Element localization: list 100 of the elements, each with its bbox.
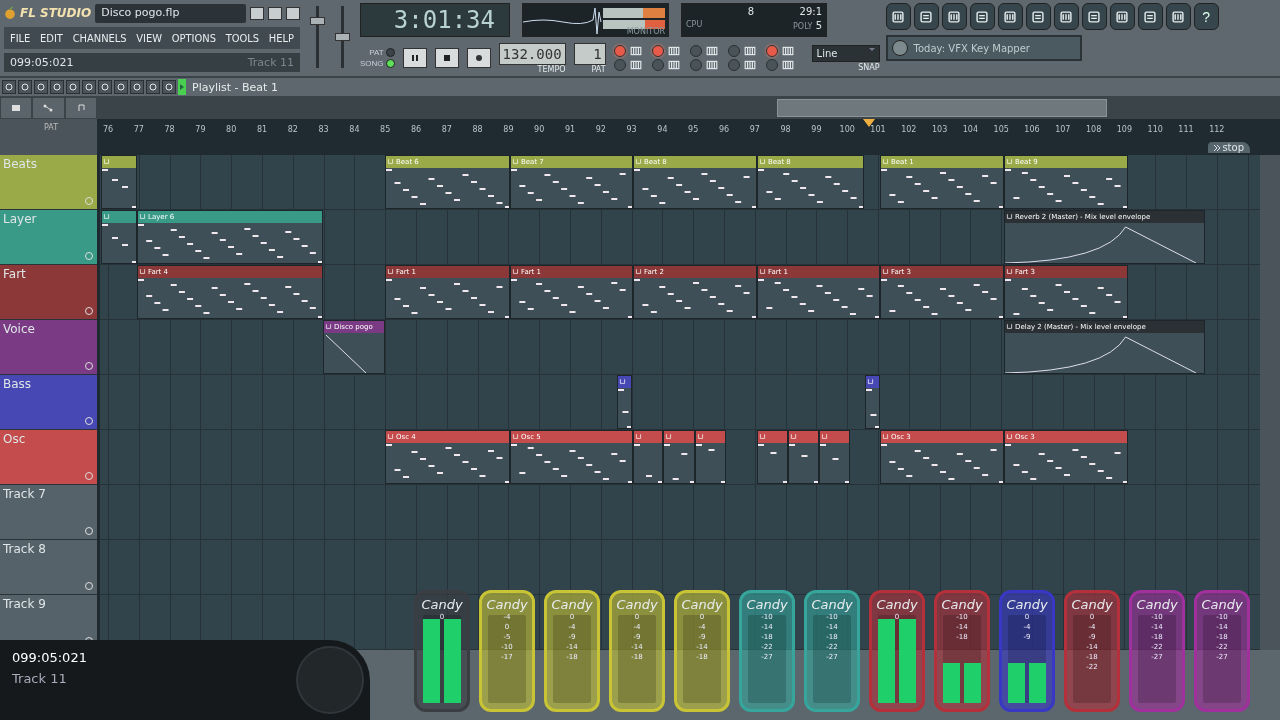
undo-button[interactable] (1025, 3, 1051, 30)
dropdown-button[interactable] (250, 6, 264, 20)
bar-number: 107 (1055, 125, 1071, 134)
bar-number: 79 (195, 125, 206, 134)
ram-readout: 29:1 (798, 6, 822, 19)
bar-number: 106 (1024, 125, 1040, 134)
pattern-clip[interactable] (633, 430, 663, 484)
bar-number: 102 (901, 125, 917, 134)
monitor-label: MONITOR (626, 27, 665, 36)
pattern-label: PAT (590, 64, 606, 74)
note-pattern-drawing (618, 388, 631, 428)
step-sequencer-button[interactable] (913, 3, 939, 30)
track-header[interactable]: Voice (0, 320, 97, 375)
bar-number: 111 (1178, 125, 1194, 134)
bar-number: 86 (410, 125, 422, 134)
menu-item[interactable]: FILE (10, 30, 31, 46)
menu-item[interactable]: EDIT (40, 30, 63, 46)
file-name: Disco pogo.flp (95, 3, 246, 23)
pattern-clip[interactable] (757, 430, 788, 484)
tempo-field[interactable]: 132.000 (498, 42, 566, 65)
horizontal-scrollbar[interactable] (97, 97, 1280, 119)
marker-icon (1214, 144, 1221, 151)
track-header[interactable]: Bass (0, 375, 97, 430)
pattern-clip[interactable] (695, 430, 726, 484)
note-pattern-drawing (634, 443, 662, 483)
bar-number: 87 (441, 125, 452, 134)
snap-label: SNAP (857, 62, 880, 72)
skin-label: Candy (811, 597, 853, 612)
piano-roll-button[interactable] (941, 3, 967, 30)
track-header[interactable]: Fart (0, 265, 97, 320)
note-pattern-drawing (866, 388, 879, 428)
pattern-field[interactable]: 1 (573, 42, 606, 65)
hint-text: 099:05:021 (10, 56, 74, 69)
pattern-clip[interactable] (819, 430, 850, 484)
skin-label: Candy (421, 597, 463, 612)
note-pattern-drawing (820, 443, 849, 483)
snap-dropdown[interactable]: Line (811, 44, 880, 62)
audio-tab[interactable] (64, 97, 97, 119)
note-pattern-drawing (664, 443, 694, 483)
close-button[interactable] (286, 6, 300, 20)
clip-icon (697, 433, 704, 441)
pattern-clip[interactable] (617, 375, 632, 429)
skin-label: Candy (876, 597, 918, 612)
bar-number: 91 (564, 125, 576, 134)
bar-number: 112 (1209, 125, 1225, 134)
bar-number: 108 (1085, 125, 1102, 134)
pattern-clip[interactable] (865, 375, 880, 429)
menu-item[interactable]: OPTIONS (171, 30, 216, 46)
menu-item[interactable]: HELP (268, 30, 294, 46)
menu-item[interactable]: CHANNELS (72, 30, 127, 46)
save-as-button[interactable] (1081, 3, 1107, 30)
restore-button[interactable] (268, 6, 282, 20)
stop-marker[interactable]: stop (1208, 142, 1250, 153)
fruit-logo-icon (4, 6, 16, 20)
clip-icon (512, 268, 519, 276)
voice-count: 8 (746, 6, 754, 19)
microphone-button[interactable] (1137, 3, 1163, 30)
document-button[interactable] (1165, 3, 1191, 30)
clip-icon (759, 268, 766, 276)
bar-number: 90 (534, 125, 545, 134)
track-header[interactable]: Track 7 (0, 485, 97, 540)
playlist-button[interactable] (885, 3, 911, 30)
pattern-clip[interactable] (663, 430, 695, 484)
clip-icon (882, 268, 889, 276)
vertical-scrollbar[interactable] (1260, 155, 1280, 650)
pause-button[interactable] (402, 48, 427, 68)
track-header[interactable]: Track 8 (0, 540, 97, 595)
skin-label: Candy (746, 597, 788, 612)
clip-icon (635, 433, 642, 441)
clip-icon (1006, 158, 1013, 166)
note-pattern-drawing (696, 443, 725, 483)
clip-icon (759, 433, 766, 441)
skin-label: Candy (681, 597, 723, 612)
menu-item[interactable]: TOOLS (225, 30, 260, 46)
clip-icon (882, 433, 889, 441)
bar-number: 109 (1116, 125, 1133, 134)
help-button[interactable]: ? (1193, 3, 1219, 30)
skin-label: Candy (486, 597, 528, 612)
bar-number: 92 (595, 125, 606, 134)
record-button[interactable] (466, 48, 491, 68)
pattern-clip[interactable] (101, 210, 137, 264)
skin-label: Candy (1006, 597, 1048, 612)
mixer-button[interactable] (997, 3, 1023, 30)
stop-icon (442, 54, 451, 62)
track-header[interactable]: Osc (0, 430, 97, 485)
scissors-button[interactable] (1109, 3, 1135, 30)
bar-number: 99 (811, 125, 822, 134)
mode-radio[interactable]: SONG (360, 59, 395, 68)
pattern-clip[interactable] (788, 430, 819, 484)
stop-button[interactable] (434, 48, 459, 68)
pattern-tab[interactable] (0, 97, 33, 119)
nodes-icon (43, 103, 54, 113)
hint-target: Track 11 (247, 56, 294, 69)
timeline-ruler[interactable]: 76 77 78 79 80 81 82 83 84 85 86 87 88 89 90 91 92 93 94 95 96 97 98 99 100 101 102 103 104 105 106 107 108 109 110 111 112 stop (97, 119, 1280, 155)
menu-item[interactable]: VIEW (136, 30, 163, 46)
mode-radio[interactable]: PAT (360, 48, 395, 57)
news-ticker[interactable]: Today: VFX Key Mapper (885, 35, 1082, 61)
browser-button[interactable] (969, 3, 995, 30)
pattern-clip[interactable] (101, 155, 137, 209)
save-button[interactable] (1053, 3, 1079, 30)
